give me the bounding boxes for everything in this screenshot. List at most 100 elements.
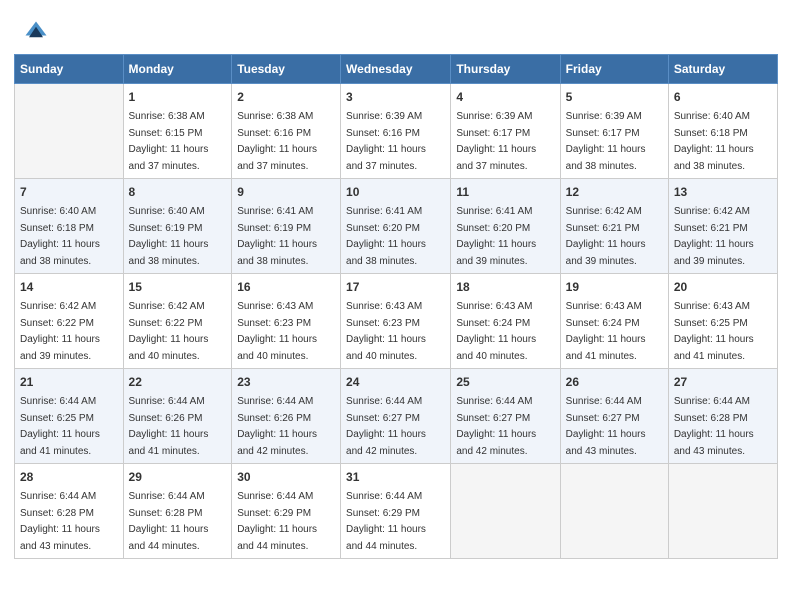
day-cell: 7 Sunrise: 6:40 AMSunset: 6:18 PMDayligh… (15, 179, 124, 274)
day-info: Sunrise: 6:44 AMSunset: 6:28 PMDaylight:… (674, 396, 754, 457)
day-number: 5 (566, 88, 663, 106)
day-cell: 4 Sunrise: 6:39 AMSunset: 6:17 PMDayligh… (451, 84, 560, 179)
page: SundayMondayTuesdayWednesdayThursdayFrid… (0, 0, 792, 612)
day-info: Sunrise: 6:40 AMSunset: 6:18 PMDaylight:… (20, 206, 100, 267)
day-number: 14 (20, 278, 118, 296)
day-cell: 26 Sunrise: 6:44 AMSunset: 6:27 PMDaylig… (560, 369, 668, 464)
day-number: 24 (346, 373, 445, 391)
header (0, 0, 792, 54)
col-header-thursday: Thursday (451, 55, 560, 84)
day-number: 7 (20, 183, 118, 201)
col-header-monday: Monday (123, 55, 232, 84)
week-row-3: 14 Sunrise: 6:42 AMSunset: 6:22 PMDaylig… (15, 274, 778, 369)
day-cell: 16 Sunrise: 6:43 AMSunset: 6:23 PMDaylig… (232, 274, 341, 369)
day-number: 11 (456, 183, 554, 201)
day-number: 21 (20, 373, 118, 391)
day-number: 30 (237, 468, 335, 486)
day-info: Sunrise: 6:41 AMSunset: 6:20 PMDaylight:… (456, 206, 536, 267)
day-info: Sunrise: 6:44 AMSunset: 6:29 PMDaylight:… (237, 491, 317, 552)
day-cell: 24 Sunrise: 6:44 AMSunset: 6:27 PMDaylig… (341, 369, 451, 464)
day-info: Sunrise: 6:44 AMSunset: 6:25 PMDaylight:… (20, 396, 100, 457)
day-number: 19 (566, 278, 663, 296)
day-info: Sunrise: 6:38 AMSunset: 6:16 PMDaylight:… (237, 111, 317, 172)
day-cell: 27 Sunrise: 6:44 AMSunset: 6:28 PMDaylig… (668, 369, 777, 464)
day-number: 1 (129, 88, 227, 106)
day-number: 18 (456, 278, 554, 296)
day-info: Sunrise: 6:43 AMSunset: 6:25 PMDaylight:… (674, 301, 754, 362)
day-info: Sunrise: 6:42 AMSunset: 6:22 PMDaylight:… (129, 301, 209, 362)
day-number: 26 (566, 373, 663, 391)
col-header-friday: Friday (560, 55, 668, 84)
col-header-tuesday: Tuesday (232, 55, 341, 84)
day-number: 23 (237, 373, 335, 391)
col-header-sunday: Sunday (15, 55, 124, 84)
day-cell: 1 Sunrise: 6:38 AMSunset: 6:15 PMDayligh… (123, 84, 232, 179)
col-header-wednesday: Wednesday (341, 55, 451, 84)
day-cell: 29 Sunrise: 6:44 AMSunset: 6:28 PMDaylig… (123, 464, 232, 559)
day-cell: 21 Sunrise: 6:44 AMSunset: 6:25 PMDaylig… (15, 369, 124, 464)
header-row: SundayMondayTuesdayWednesdayThursdayFrid… (15, 55, 778, 84)
day-cell: 12 Sunrise: 6:42 AMSunset: 6:21 PMDaylig… (560, 179, 668, 274)
day-info: Sunrise: 6:39 AMSunset: 6:17 PMDaylight:… (456, 111, 536, 172)
day-info: Sunrise: 6:39 AMSunset: 6:17 PMDaylight:… (566, 111, 646, 172)
day-number: 6 (674, 88, 772, 106)
calendar-wrap: SundayMondayTuesdayWednesdayThursdayFrid… (0, 54, 792, 573)
day-number: 20 (674, 278, 772, 296)
day-number: 2 (237, 88, 335, 106)
day-number: 10 (346, 183, 445, 201)
day-number: 13 (674, 183, 772, 201)
day-info: Sunrise: 6:39 AMSunset: 6:16 PMDaylight:… (346, 111, 426, 172)
day-number: 4 (456, 88, 554, 106)
day-cell (668, 464, 777, 559)
day-info: Sunrise: 6:44 AMSunset: 6:27 PMDaylight:… (456, 396, 536, 457)
day-cell: 20 Sunrise: 6:43 AMSunset: 6:25 PMDaylig… (668, 274, 777, 369)
day-info: Sunrise: 6:43 AMSunset: 6:23 PMDaylight:… (237, 301, 317, 362)
day-number: 25 (456, 373, 554, 391)
day-cell: 2 Sunrise: 6:38 AMSunset: 6:16 PMDayligh… (232, 84, 341, 179)
day-number: 9 (237, 183, 335, 201)
day-number: 8 (129, 183, 227, 201)
calendar-table: SundayMondayTuesdayWednesdayThursdayFrid… (14, 54, 778, 559)
day-info: Sunrise: 6:44 AMSunset: 6:28 PMDaylight:… (20, 491, 100, 552)
logo (22, 18, 52, 46)
day-info: Sunrise: 6:44 AMSunset: 6:27 PMDaylight:… (566, 396, 646, 457)
day-cell: 13 Sunrise: 6:42 AMSunset: 6:21 PMDaylig… (668, 179, 777, 274)
day-number: 28 (20, 468, 118, 486)
day-cell: 31 Sunrise: 6:44 AMSunset: 6:29 PMDaylig… (341, 464, 451, 559)
day-cell (15, 84, 124, 179)
day-info: Sunrise: 6:44 AMSunset: 6:28 PMDaylight:… (129, 491, 209, 552)
day-number: 16 (237, 278, 335, 296)
week-row-1: 1 Sunrise: 6:38 AMSunset: 6:15 PMDayligh… (15, 84, 778, 179)
day-cell: 15 Sunrise: 6:42 AMSunset: 6:22 PMDaylig… (123, 274, 232, 369)
day-cell: 8 Sunrise: 6:40 AMSunset: 6:19 PMDayligh… (123, 179, 232, 274)
col-header-saturday: Saturday (668, 55, 777, 84)
day-cell (451, 464, 560, 559)
day-info: Sunrise: 6:41 AMSunset: 6:20 PMDaylight:… (346, 206, 426, 267)
day-number: 17 (346, 278, 445, 296)
day-number: 27 (674, 373, 772, 391)
day-cell: 9 Sunrise: 6:41 AMSunset: 6:19 PMDayligh… (232, 179, 341, 274)
day-cell: 30 Sunrise: 6:44 AMSunset: 6:29 PMDaylig… (232, 464, 341, 559)
day-info: Sunrise: 6:43 AMSunset: 6:24 PMDaylight:… (456, 301, 536, 362)
day-cell: 22 Sunrise: 6:44 AMSunset: 6:26 PMDaylig… (123, 369, 232, 464)
day-cell: 25 Sunrise: 6:44 AMSunset: 6:27 PMDaylig… (451, 369, 560, 464)
day-cell: 3 Sunrise: 6:39 AMSunset: 6:16 PMDayligh… (341, 84, 451, 179)
day-cell: 23 Sunrise: 6:44 AMSunset: 6:26 PMDaylig… (232, 369, 341, 464)
week-row-4: 21 Sunrise: 6:44 AMSunset: 6:25 PMDaylig… (15, 369, 778, 464)
day-info: Sunrise: 6:40 AMSunset: 6:18 PMDaylight:… (674, 111, 754, 172)
day-number: 22 (129, 373, 227, 391)
day-number: 29 (129, 468, 227, 486)
day-cell: 5 Sunrise: 6:39 AMSunset: 6:17 PMDayligh… (560, 84, 668, 179)
day-cell: 14 Sunrise: 6:42 AMSunset: 6:22 PMDaylig… (15, 274, 124, 369)
day-cell (560, 464, 668, 559)
week-row-2: 7 Sunrise: 6:40 AMSunset: 6:18 PMDayligh… (15, 179, 778, 274)
day-info: Sunrise: 6:43 AMSunset: 6:23 PMDaylight:… (346, 301, 426, 362)
day-info: Sunrise: 6:42 AMSunset: 6:21 PMDaylight:… (674, 206, 754, 267)
day-number: 15 (129, 278, 227, 296)
logo-icon (22, 18, 50, 46)
day-number: 12 (566, 183, 663, 201)
day-cell: 6 Sunrise: 6:40 AMSunset: 6:18 PMDayligh… (668, 84, 777, 179)
day-info: Sunrise: 6:43 AMSunset: 6:24 PMDaylight:… (566, 301, 646, 362)
day-cell: 11 Sunrise: 6:41 AMSunset: 6:20 PMDaylig… (451, 179, 560, 274)
week-row-5: 28 Sunrise: 6:44 AMSunset: 6:28 PMDaylig… (15, 464, 778, 559)
